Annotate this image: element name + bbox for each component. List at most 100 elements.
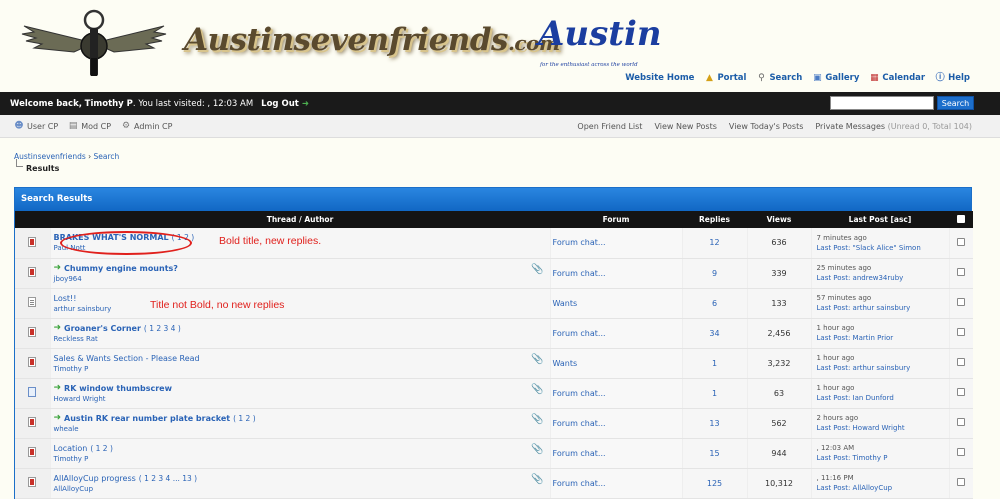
row-checkbox[interactable]	[957, 388, 966, 396]
last-post-author-link[interactable]: AllAlloyCup	[853, 484, 893, 492]
breadcrumb-home[interactable]: Austinsevenfriends	[14, 152, 86, 161]
last-post-link[interactable]: Last Post:	[817, 394, 851, 402]
thread-title-link[interactable]: Location	[54, 444, 88, 453]
forum-link[interactable]: Wants	[553, 299, 578, 308]
last-post-link[interactable]: Last Post:	[817, 244, 851, 252]
mod-cp-link[interactable]: ▤ Mod CP	[68, 121, 111, 131]
user-cp-link[interactable]: ☻ User CP	[14, 121, 58, 131]
go-to-new-icon[interactable]: ➜	[54, 383, 62, 393]
gallery-link[interactable]: ▣ Gallery	[812, 73, 859, 83]
thread-author-link[interactable]: Reckless Rat	[54, 335, 550, 343]
thread-author-link[interactable]: Timothy P	[54, 365, 550, 373]
go-to-new-icon[interactable]: ➜	[54, 263, 62, 273]
search-input[interactable]	[830, 96, 934, 110]
last-post-link[interactable]: Last Post:	[817, 304, 851, 312]
search-button[interactable]: Search	[937, 96, 974, 110]
last-post-author-link[interactable]: Ian Dunford	[853, 394, 894, 402]
row-checkbox[interactable]	[957, 478, 966, 486]
last-post-link[interactable]: Last Post:	[817, 424, 851, 432]
row-checkbox[interactable]	[957, 237, 966, 246]
last-post-link[interactable]: Last Post:	[817, 364, 851, 372]
forum-link[interactable]: Forum chat...	[553, 329, 606, 338]
thread-title-link[interactable]: Austin RK rear number plate bracket	[64, 414, 230, 423]
thread-pages[interactable]: ( 1 2 )	[233, 414, 256, 423]
row-checkbox[interactable]	[957, 448, 966, 456]
replies-link[interactable]: 1	[712, 359, 717, 368]
thread-title-link[interactable]: RK window thumbscrew	[64, 384, 172, 393]
forum-link[interactable]: Forum chat...	[553, 238, 606, 247]
private-messages-link[interactable]: Private Messages (Unread 0, Total 104)	[815, 122, 972, 131]
last-post-author-link[interactable]: arthur sainsbury	[853, 304, 911, 312]
view-new-posts-link[interactable]: View New Posts	[654, 122, 716, 131]
last-post-author-link[interactable]: "Slack Alice" Simon	[853, 244, 921, 252]
last-post-author-link[interactable]: arthur sainsbury	[853, 364, 911, 372]
last-post-link[interactable]: Last Post:	[817, 274, 851, 282]
forum-link[interactable]: Forum chat...	[553, 389, 606, 398]
site-title-logo[interactable]: Austinsevenfriends.com	[184, 22, 560, 58]
replies-link[interactable]: 34	[709, 329, 719, 338]
breadcrumb-search[interactable]: Search	[94, 152, 120, 161]
open-friend-list-link[interactable]: Open Friend List	[577, 122, 642, 131]
go-to-new-icon[interactable]: ➜	[54, 323, 62, 333]
last-post-link[interactable]: Last Post:	[817, 454, 851, 462]
thread-title-link[interactable]: AllAlloyCup progress	[54, 474, 136, 483]
thread-pages[interactable]: ( 1 2 3 4 ... 13 )	[139, 474, 197, 483]
row-checkbox[interactable]	[957, 358, 966, 366]
forum-link[interactable]: Wants	[553, 359, 578, 368]
thread-pages[interactable]: ( 1 2 )	[90, 444, 113, 453]
go-to-new-icon[interactable]: ➜	[54, 413, 62, 423]
winged-wheel-logo[interactable]	[14, 8, 174, 78]
col-last-post[interactable]: Last Post [asc]	[811, 211, 949, 228]
table-row: Location( 1 2 ) Timothy P 📎 Forum chat... 15…	[15, 438, 973, 469]
row-checkbox[interactable]	[957, 268, 966, 276]
last-post-link[interactable]: Last Post:	[817, 334, 851, 342]
row-checkbox[interactable]	[957, 328, 966, 336]
replies-link[interactable]: 13	[709, 419, 719, 428]
col-views[interactable]: Views	[747, 211, 811, 228]
search-link[interactable]: ⚲ Search	[756, 73, 802, 83]
thread-author-link[interactable]: jboy964	[54, 275, 550, 283]
last-post-author-link[interactable]: Timothy P	[853, 454, 888, 462]
forum-link[interactable]: Forum chat...	[553, 419, 606, 428]
view-todays-posts-link[interactable]: View Today's Posts	[729, 122, 803, 131]
website-home-link[interactable]: Website Home	[625, 73, 694, 83]
thread-title-link[interactable]: Groaner's Corner	[64, 324, 141, 333]
replies-link[interactable]: 15	[709, 449, 719, 458]
thread-title-link[interactable]: Chummy engine mounts?	[64, 264, 178, 273]
last-post-author-link[interactable]: Martin Prior	[853, 334, 894, 342]
thread-author-link[interactable]: wheale	[54, 425, 550, 433]
replies-cell: 13	[682, 408, 748, 439]
replies-link[interactable]: 12	[709, 238, 719, 247]
row-checkbox[interactable]	[957, 298, 966, 306]
thread-pages[interactable]: ( 1 2 3 4 )	[144, 324, 181, 333]
col-forum[interactable]: Forum	[550, 211, 682, 228]
col-thread-author[interactable]: Thread / Author	[50, 211, 550, 228]
replies-link[interactable]: 9	[712, 269, 717, 278]
replies-link[interactable]: 6	[712, 299, 717, 308]
replies-link[interactable]: 1	[712, 389, 717, 398]
thread-title-link[interactable]: Lost!!	[54, 294, 77, 303]
thread-title-link[interactable]: Sales & Wants Section - Please Read	[54, 354, 200, 363]
logout-link[interactable]: Log Out ➜	[261, 99, 309, 109]
austin-brand-logo[interactable]: Austin for the enthusiast across the wor…	[538, 14, 662, 76]
last-post-author-link[interactable]: Howard Wright	[853, 424, 905, 432]
forum-link[interactable]: Forum chat...	[553, 479, 606, 488]
portal-link[interactable]: ▲ Portal	[704, 73, 746, 83]
help-link[interactable]: ⓘ Help	[935, 73, 970, 83]
select-all-checkbox[interactable]	[957, 214, 965, 223]
thread-author-link[interactable]: AllAlloyCup	[54, 485, 550, 493]
paperclip-icon: 📎	[531, 263, 544, 275]
row-checkbox[interactable]	[957, 418, 966, 426]
admin-cp-link[interactable]: ⚙ Admin CP	[121, 121, 173, 131]
col-replies[interactable]: Replies	[682, 211, 747, 228]
thread-author-link[interactable]: Howard Wright	[54, 395, 550, 403]
calendar-link[interactable]: ▦ Calendar	[869, 73, 925, 83]
thread-author-link[interactable]: Timothy P	[54, 455, 550, 463]
forum-link[interactable]: Forum chat...	[553, 449, 606, 458]
paperclip-icon: 📎	[531, 383, 544, 395]
thread-author-link[interactable]: arthur sainsbury	[54, 305, 550, 313]
last-post-link[interactable]: Last Post:	[817, 484, 851, 492]
replies-link[interactable]: 125	[707, 479, 722, 488]
forum-link[interactable]: Forum chat...	[553, 269, 606, 278]
last-post-author-link[interactable]: andrew34ruby	[853, 274, 904, 282]
